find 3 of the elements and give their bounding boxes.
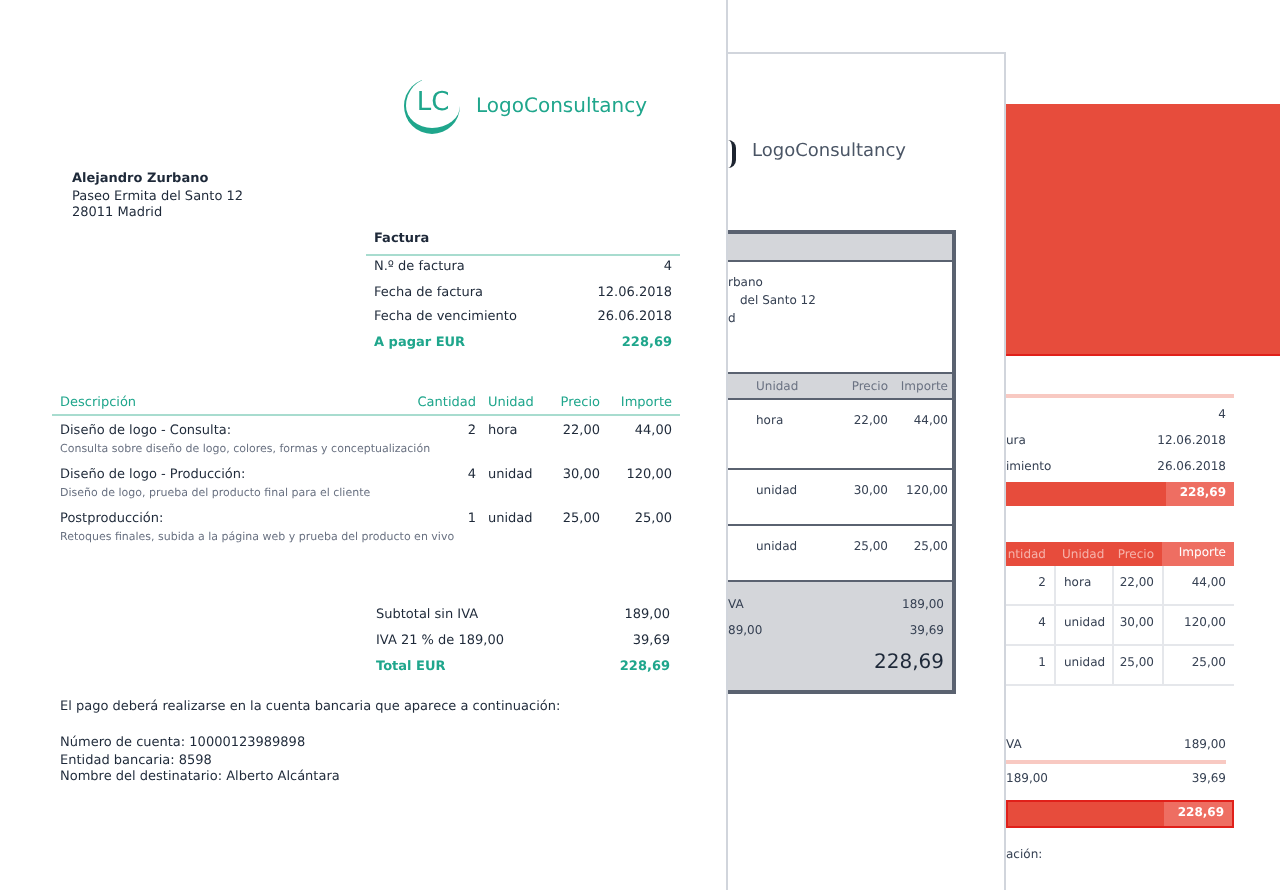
brand-name: LogoConsultancy (476, 93, 648, 121)
total-amount: 228,69 (874, 650, 944, 678)
brand-name: LogoConsultancy (752, 140, 906, 167)
